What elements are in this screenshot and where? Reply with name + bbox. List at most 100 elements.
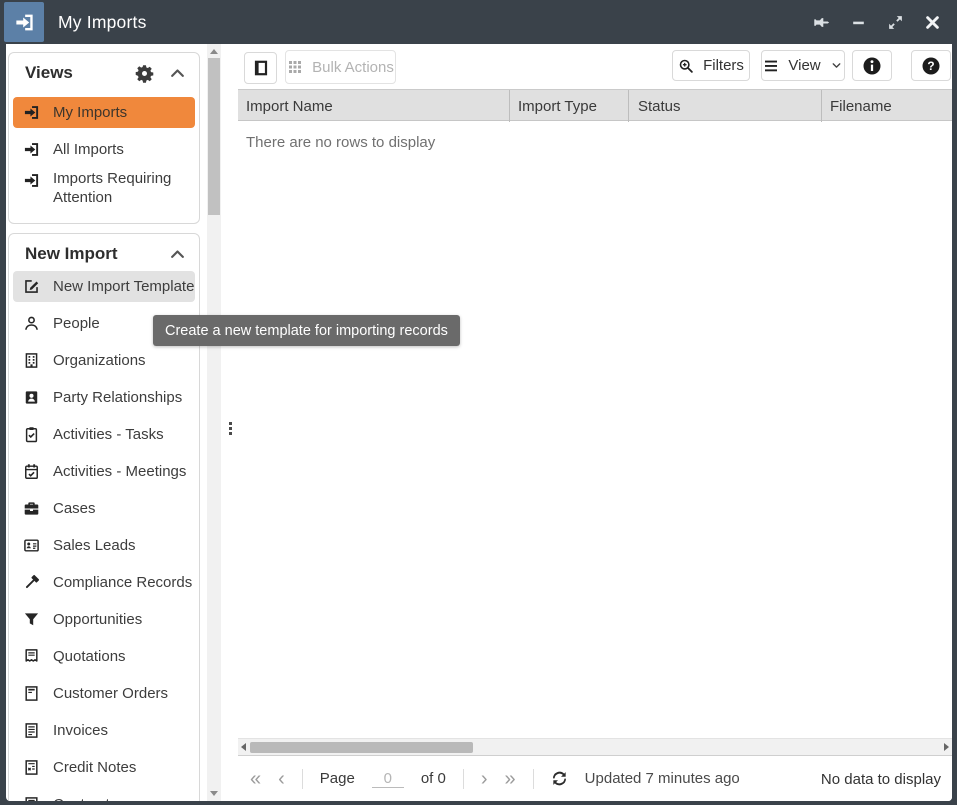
new-import-item-customer-orders[interactable]: Customer Orders: [13, 678, 195, 709]
clipboard-check-icon: [23, 426, 40, 443]
views-title: Views: [25, 63, 73, 83]
tooltip: Create a new template for importing reco…: [153, 315, 460, 346]
calendar-check-icon: [23, 463, 40, 480]
new-import-item-label: Sales Leads: [53, 537, 136, 554]
previous-page-button[interactable]: ‹: [278, 769, 285, 789]
document-x-icon: [23, 759, 40, 776]
column-header-status[interactable]: Status: [638, 90, 681, 122]
new-import-item-label: Party Relationships: [53, 389, 182, 406]
new-import-item-opportunities[interactable]: Opportunities: [13, 604, 195, 635]
chevron-down-icon: [830, 59, 843, 72]
table-header: Import Name Import Type Status Filename: [238, 89, 952, 121]
view-item-imports-requiring-attention[interactable]: Imports Requiring Attention: [13, 169, 195, 223]
horizontal-scrollbar-thumb[interactable]: [250, 742, 473, 753]
help-button[interactable]: ?: [911, 50, 951, 81]
contact-card-icon: [23, 537, 40, 554]
empty-table-message: There are no rows to display: [246, 134, 435, 151]
column-divider: [821, 90, 822, 122]
main-panel: Bulk Actions Filters View ? Import Name …: [238, 44, 952, 801]
import-icon: [23, 104, 40, 121]
new-import-item-invoices[interactable]: Invoices: [13, 715, 195, 746]
new-import-collapse-chevron-up-icon[interactable]: [168, 245, 187, 264]
gavel-icon: [23, 574, 40, 591]
scroll-left-arrow-icon[interactable]: [241, 743, 246, 751]
column-header-import-name[interactable]: Import Name: [246, 90, 333, 122]
question-circle-icon: ?: [921, 56, 941, 76]
new-import-item-label: Cases: [53, 500, 96, 517]
edit-icon: [23, 278, 40, 295]
filters-label: Filters: [703, 57, 744, 74]
new-import-item-activities-tasks[interactable]: Activities - Tasks: [13, 419, 195, 450]
panel-splitter-handle[interactable]: [225, 416, 235, 440]
page-label: Page: [320, 770, 355, 787]
new-import-item-label: Activities - Tasks: [53, 426, 164, 443]
new-import-item-party-relationships[interactable]: Party Relationships: [13, 382, 195, 413]
new-import-item-label: Credit Notes: [53, 759, 136, 776]
list-icon: [763, 58, 779, 74]
new-import-item-compliance-records[interactable]: Compliance Records: [13, 567, 195, 598]
gear-icon[interactable]: [135, 64, 154, 83]
maximize-icon[interactable]: [887, 14, 904, 31]
close-icon[interactable]: [924, 14, 941, 31]
new-import-item-label: Invoices: [53, 722, 108, 739]
scroll-up-arrow-icon[interactable]: [210, 49, 218, 54]
person-icon: [23, 315, 40, 332]
new-import-item-label: People: [53, 315, 100, 332]
new-import-title: New Import: [25, 244, 118, 264]
pagination-bar: « ‹ Page of 0 › » Updated 7 minutes ago …: [238, 755, 952, 801]
view-item-my-imports[interactable]: My Imports: [13, 97, 195, 128]
first-page-button[interactable]: «: [250, 769, 261, 789]
bulk-actions-button[interactable]: Bulk Actions: [285, 50, 396, 84]
scroll-right-arrow-icon[interactable]: [944, 743, 949, 751]
new-import-item-label: Compliance Records: [53, 574, 192, 591]
no-data-text: No data to display: [821, 756, 941, 801]
views-panel: Views My Imports All Imports Imports Req: [8, 52, 200, 224]
new-import-item-label: New Import Template: [53, 278, 194, 295]
sidebar-toggle-button[interactable]: [244, 52, 277, 84]
new-import-item-label: Quotations: [53, 648, 126, 665]
new-import-item-activities-meetings[interactable]: Activities - Meetings: [13, 456, 195, 487]
new-import-item-template[interactable]: New Import Template: [13, 271, 195, 302]
page-number-input[interactable]: [372, 770, 404, 788]
divider: [533, 769, 534, 789]
new-import-item-cases[interactable]: Cases: [13, 493, 195, 524]
new-import-item-quotations[interactable]: Quotations: [13, 641, 195, 672]
import-icon: [23, 172, 40, 189]
sidebar-scrollbar[interactable]: [207, 44, 221, 801]
new-import-item-contracts[interactable]: Contracts: [13, 789, 195, 801]
scroll-down-arrow-icon[interactable]: [210, 791, 218, 796]
new-import-item-organizations[interactable]: Organizations: [13, 345, 195, 376]
refresh-icon[interactable]: [551, 770, 568, 787]
table-horizontal-scrollbar[interactable]: [238, 738, 952, 755]
next-page-button[interactable]: ›: [481, 769, 488, 789]
import-icon: [23, 141, 40, 158]
document-icon: [23, 685, 40, 702]
zoom-plus-icon: [678, 58, 694, 74]
views-panel-header: Views: [9, 53, 199, 93]
briefcase-icon: [23, 500, 40, 517]
last-page-button[interactable]: »: [505, 769, 516, 789]
column-header-import-type[interactable]: Import Type: [518, 90, 597, 122]
new-import-item-sales-leads[interactable]: Sales Leads: [13, 530, 195, 561]
column-header-filename[interactable]: Filename: [830, 90, 892, 122]
view-item-label: Imports Requiring Attention: [53, 169, 189, 207]
document-icon: [23, 796, 40, 801]
minimize-icon[interactable]: [850, 14, 867, 31]
view-label: View: [788, 57, 820, 74]
new-import-item-label: Organizations: [53, 352, 146, 369]
tooltip-text: Create a new template for importing reco…: [165, 323, 448, 339]
info-button[interactable]: [852, 50, 892, 81]
filters-button[interactable]: Filters: [672, 50, 750, 81]
svg-text:?: ?: [927, 59, 934, 73]
new-import-item-label: Customer Orders: [53, 685, 168, 702]
view-item-all-imports[interactable]: All Imports: [13, 134, 195, 164]
window-title: My Imports: [58, 0, 147, 44]
page-count-label: of 0: [421, 770, 446, 787]
new-import-item-label: Opportunities: [53, 611, 142, 628]
bulk-actions-label: Bulk Actions: [312, 59, 394, 76]
views-collapse-chevron-up-icon[interactable]: [168, 64, 187, 83]
sidebar-scrollbar-thumb[interactable]: [208, 58, 220, 215]
pin-icon[interactable]: [813, 14, 830, 31]
new-import-item-credit-notes[interactable]: Credit Notes: [13, 752, 195, 783]
view-dropdown-button[interactable]: View: [761, 50, 845, 81]
